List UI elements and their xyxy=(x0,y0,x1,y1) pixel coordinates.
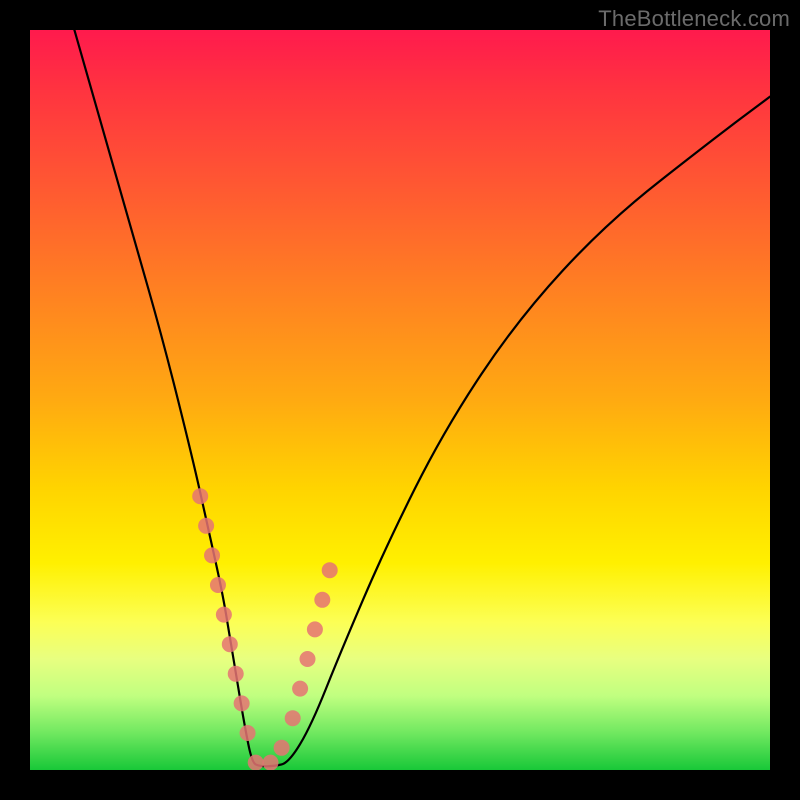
marker-point xyxy=(263,755,279,770)
marker-point xyxy=(198,518,214,534)
chart-svg xyxy=(30,30,770,770)
marker-point xyxy=(292,681,308,697)
marker-point xyxy=(248,755,264,770)
marker-point xyxy=(322,562,338,578)
marker-point xyxy=(234,695,250,711)
marker-point xyxy=(192,488,208,504)
marker-point xyxy=(314,592,330,608)
marker-point xyxy=(274,740,290,756)
marker-point xyxy=(222,636,238,652)
marker-point xyxy=(228,666,244,682)
watermark-text: TheBottleneck.com xyxy=(598,6,790,32)
marker-point xyxy=(216,607,232,623)
marker-group xyxy=(192,488,338,770)
marker-point xyxy=(307,621,323,637)
bottleneck-curve xyxy=(74,30,770,766)
plot-area xyxy=(30,30,770,770)
marker-point xyxy=(240,725,256,741)
marker-point xyxy=(204,547,220,563)
outer-frame: TheBottleneck.com xyxy=(0,0,800,800)
marker-point xyxy=(300,651,316,667)
marker-point xyxy=(285,710,301,726)
marker-point xyxy=(210,577,226,593)
